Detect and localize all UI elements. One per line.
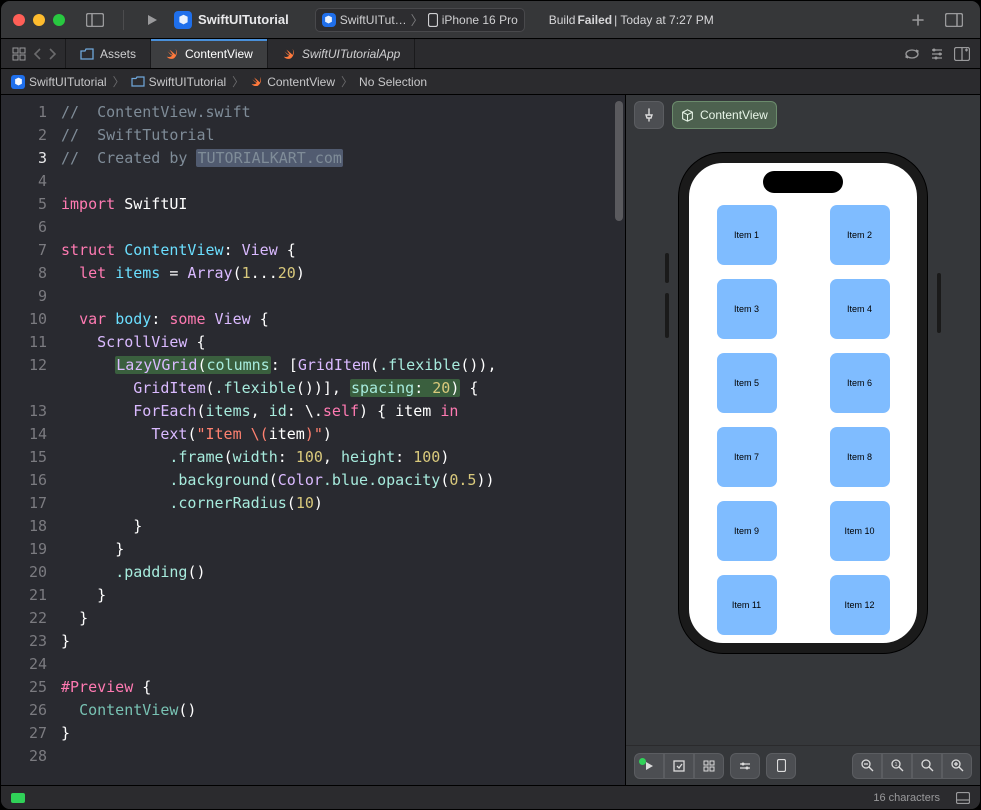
- tabbar: Assets ContentView SwiftUITutorialApp: [1, 39, 980, 69]
- close-window-button[interactable]: [13, 14, 25, 26]
- scheme-selector[interactable]: SwiftUITut… 〉 iPhone 16 Pro: [315, 8, 525, 32]
- grid-item: Item 2: [830, 205, 890, 265]
- pin-preview-button[interactable]: [634, 101, 664, 129]
- scheme-device-label: iPhone 16 Pro: [442, 13, 518, 27]
- tab-assets[interactable]: Assets: [66, 39, 151, 68]
- zoom-out-button[interactable]: [852, 753, 882, 779]
- titlebar: SwiftUITutorial SwiftUITut… 〉 iPhone 16 …: [1, 1, 980, 39]
- folder-icon: [131, 76, 145, 87]
- tab-contentview[interactable]: ContentView: [151, 39, 268, 68]
- grid-item: Item 9: [717, 501, 777, 561]
- assets-icon: [80, 48, 94, 60]
- grid-item: Item 14: [830, 649, 890, 653]
- project-icon: [11, 75, 25, 89]
- scrollbar-thumb[interactable]: [615, 101, 623, 221]
- zoom-in-button[interactable]: [942, 753, 972, 779]
- zoom-window-button[interactable]: [53, 14, 65, 26]
- add-editor-icon[interactable]: [954, 47, 970, 61]
- xcode-window: SwiftUITutorial SwiftUITut… 〉 iPhone 16 …: [0, 0, 981, 810]
- preview-pane: ContentView Item 1 Item 2 Item 3 Item 4: [625, 95, 980, 785]
- grid-item: Item 12: [830, 575, 890, 635]
- build-status[interactable]: Build Failed | Today at 7:27 PM: [549, 13, 714, 27]
- preview-badge-label: ContentView: [700, 108, 768, 122]
- code-editor[interactable]: 1234 5678 9101112 131415 16171819 202122…: [1, 95, 625, 785]
- build-status-prefix: Build: [549, 13, 576, 27]
- zoom-actual-button[interactable]: [912, 753, 942, 779]
- phone-volume-down: [665, 293, 669, 338]
- preview-canvas[interactable]: Item 1 Item 2 Item 3 Item 4 Item 5 Item …: [626, 135, 980, 745]
- minimap-toggle-icon[interactable]: [956, 792, 970, 804]
- preview-toolbar: ContentView: [626, 95, 980, 135]
- project-title: SwiftUITutorial: [174, 11, 289, 29]
- dynamic-island: [763, 171, 843, 193]
- character-count: 16 characters: [873, 792, 940, 804]
- swift-icon: [250, 75, 263, 88]
- breadcrumb[interactable]: SwiftUITutorial 〉 SwiftUITutorial 〉 Cont…: [1, 69, 980, 95]
- nav-forward-button[interactable]: [47, 48, 57, 60]
- preview-bottom-toolbar: 1: [626, 745, 980, 785]
- swift-icon: [165, 47, 179, 61]
- selectable-preview-button[interactable]: [664, 753, 694, 779]
- editor-options: [894, 39, 980, 68]
- tab-app[interactable]: SwiftUITutorialApp: [268, 39, 415, 68]
- cube-icon: [681, 109, 694, 122]
- grid-item: Item 11: [717, 575, 777, 635]
- grid-item: Item 7: [717, 427, 777, 487]
- minimize-window-button[interactable]: [33, 14, 45, 26]
- live-preview-button[interactable]: [634, 753, 664, 779]
- grid-item: Item 1: [717, 205, 777, 265]
- tab-label: ContentView: [185, 47, 253, 61]
- svg-text:1: 1: [894, 762, 897, 768]
- grid-item: Item 13: [717, 649, 777, 653]
- scheme-app-label: SwiftUITut…: [340, 13, 407, 27]
- crumb-file: ContentView: [267, 75, 335, 89]
- preview-grid: Item 1 Item 2 Item 3 Item 4 Item 5 Item …: [689, 163, 917, 653]
- line-gutter: 1234 5678 9101112 131415 16171819 202122…: [1, 95, 59, 785]
- toggle-navigator-icon[interactable]: [81, 8, 109, 32]
- device-icon: [428, 13, 438, 27]
- window-controls: [13, 14, 65, 26]
- grid-item: Item 6: [830, 353, 890, 413]
- add-tab-button[interactable]: [904, 8, 932, 32]
- project-name: SwiftUITutorial: [198, 12, 289, 27]
- swift-icon: [282, 47, 296, 61]
- crumb-folder: SwiftUITutorial: [149, 75, 227, 89]
- grid-item: Item 4: [830, 279, 890, 339]
- app-icon: [174, 11, 192, 29]
- status-indicator[interactable]: [11, 793, 25, 803]
- tab-label: SwiftUITutorialApp: [302, 47, 400, 61]
- editor-scrollbar[interactable]: [613, 95, 625, 785]
- zoom-fit-button[interactable]: 1: [882, 753, 912, 779]
- editor-split: 1234 5678 9101112 131415 16171819 202122…: [1, 95, 980, 785]
- recycle-icon[interactable]: [904, 47, 920, 61]
- editor-nav-cluster: [1, 39, 66, 68]
- preview-device-button[interactable]: [766, 753, 796, 779]
- grid-item: Item 10: [830, 501, 890, 561]
- adjust-editor-icon[interactable]: [930, 47, 944, 61]
- phone-power-button: [937, 273, 941, 333]
- toggle-inspector-icon[interactable]: [940, 8, 968, 32]
- build-status-result: Failed: [577, 13, 612, 27]
- code-body[interactable]: // ContentView.swift // SwiftTutorial //…: [59, 95, 625, 785]
- preview-contentview-badge[interactable]: ContentView: [672, 101, 777, 129]
- variants-preview-button[interactable]: [694, 753, 724, 779]
- grid-item: Item 3: [717, 279, 777, 339]
- grid-item: Item 8: [830, 427, 890, 487]
- statusbar: 16 characters: [1, 785, 980, 809]
- nav-back-button[interactable]: [33, 48, 43, 60]
- crumb-selection: No Selection: [359, 75, 427, 89]
- phone-volume-up: [665, 253, 669, 283]
- scheme-app-icon: [322, 13, 336, 27]
- build-status-time: | Today at 7:27 PM: [614, 13, 714, 27]
- device-settings-button[interactable]: [730, 753, 760, 779]
- run-button[interactable]: [138, 8, 166, 32]
- iphone-frame: Item 1 Item 2 Item 3 Item 4 Item 5 Item …: [679, 153, 927, 653]
- grid-item: Item 5: [717, 353, 777, 413]
- crumb-project: SwiftUITutorial: [29, 75, 107, 89]
- tab-label: Assets: [100, 47, 136, 61]
- related-items-icon[interactable]: [9, 42, 29, 66]
